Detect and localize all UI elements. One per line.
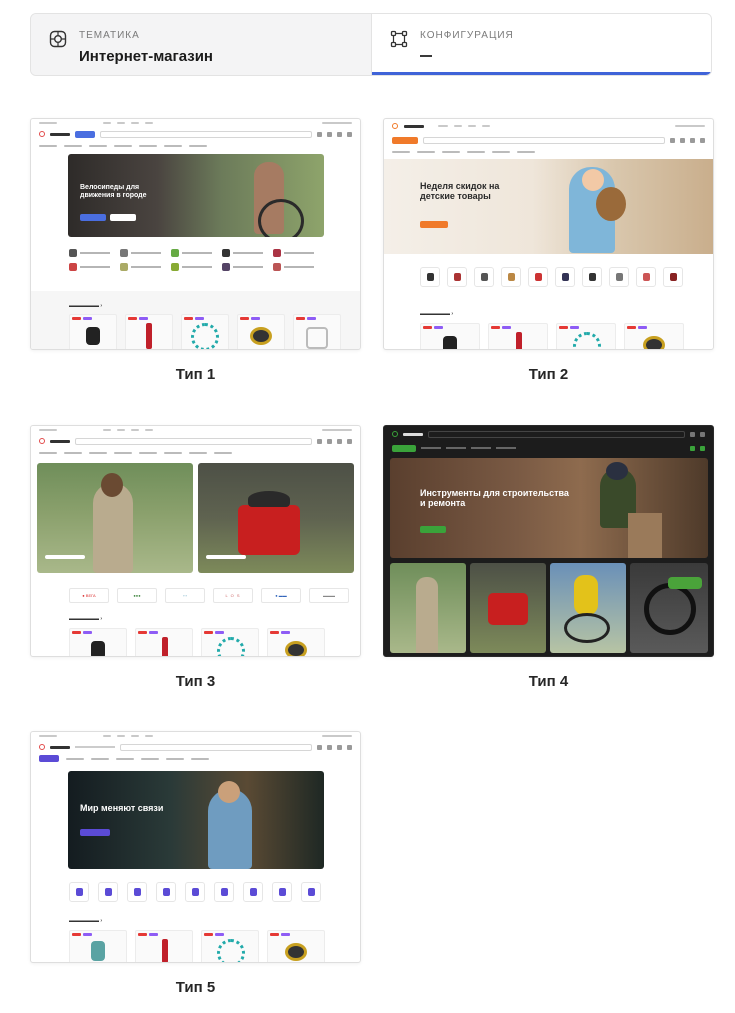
template-preview-1[interactable]: Велосипеды для движения в городе ▬▬▬▬▬▬ … <box>30 118 361 350</box>
template-label-1: Тип 1 <box>175 366 216 383</box>
hero-title: Мир меняют связи <box>80 803 164 813</box>
tab-configuration[interactable]: Конфигурация <box>371 14 711 75</box>
template-card-type-1[interactable]: Велосипеды для движения в городе ▬▬▬▬▬▬ … <box>30 118 361 383</box>
hero-banner: Неделя скидок на детские товары <box>384 159 713 254</box>
promo-tile-2 <box>470 563 546 653</box>
tab-configuration-value <box>420 55 432 57</box>
hero-title: Велосипеды для движения в городе <box>80 184 147 200</box>
hero-title: Инструменты для строительства и ремонта <box>420 488 569 509</box>
configuration-icon <box>390 30 408 48</box>
template-card-type-3[interactable]: ● ВЕГА ●●● ◦◦◦ L O S ● ▬▬ ▬▬▬ ▬▬▬▬▬▬ › Т… <box>30 425 361 690</box>
template-label-2: Тип 2 <box>528 366 569 383</box>
template-card-type-2[interactable]: Неделя скидок на детские товары ▬▬▬▬▬▬ ›… <box>383 118 714 383</box>
hero-banner-right <box>198 463 354 573</box>
promo-tile-1 <box>390 563 466 653</box>
hero-banner: Мир меняют связи <box>68 771 324 869</box>
template-preview-2[interactable]: Неделя скидок на детские товары ▬▬▬▬▬▬ › <box>383 118 714 350</box>
template-label-5: Тип 5 <box>175 979 216 996</box>
template-preview-3[interactable]: ● ВЕГА ●●● ◦◦◦ L O S ● ▬▬ ▬▬▬ ▬▬▬▬▬▬ › <box>30 425 361 657</box>
template-label-3: Тип 3 <box>175 673 216 690</box>
hero-banner-left <box>37 463 193 573</box>
template-card-type-5[interactable]: Мир меняют связи ▬▬▬▬▬▬ › Тип 5 <box>30 731 361 996</box>
tab-theme-value: Интернет-магазин <box>79 48 213 65</box>
template-preview-5[interactable]: Мир меняют связи ▬▬▬▬▬▬ › <box>30 731 361 963</box>
configurator-tabs: Тематика Интернет-магазин Конфигурация <box>30 13 712 76</box>
hero-title: Неделя скидок на детские товары <box>420 181 500 202</box>
hero-banner: Велосипеды для движения в городе <box>68 154 324 237</box>
promo-tile-4 <box>630 563 708 653</box>
hero-banner: Инструменты для строительства и ремонта <box>390 458 708 558</box>
tab-theme-caption: Тематика <box>79 30 140 41</box>
template-preview-4[interactable]: Инструменты для строительства и ремонта <box>383 425 714 657</box>
template-card-type-4[interactable]: Инструменты для строительства и ремонта … <box>383 425 714 690</box>
tab-configuration-caption: Конфигурация <box>420 30 514 41</box>
promo-tile-3 <box>550 563 626 653</box>
template-label-4: Тип 4 <box>528 673 569 690</box>
theme-icon <box>49 30 67 48</box>
tab-theme[interactable]: Тематика Интернет-магазин <box>31 14 371 75</box>
